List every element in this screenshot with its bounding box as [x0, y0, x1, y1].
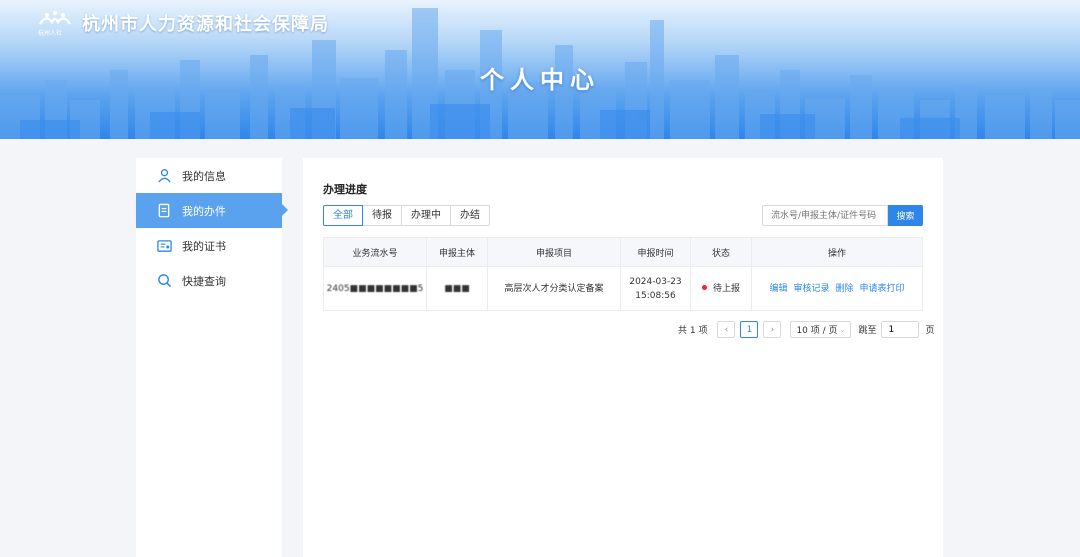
hangzhou-hrss-logo-icon: 杭州人社	[38, 10, 72, 37]
sidebar-item-quick-query[interactable]: 快捷查询	[136, 263, 282, 298]
sidebar-item-my-info[interactable]: 我的信息	[136, 158, 282, 193]
logo-caption: 杭州人社	[38, 30, 63, 37]
delete-link[interactable]: 删除	[836, 284, 854, 294]
tab-pending[interactable]: 待报	[363, 205, 402, 226]
sidebar-item-label: 我的信息	[182, 169, 226, 183]
search-button[interactable]: 搜索	[888, 205, 923, 226]
chevron-down-icon: ⌄	[839, 325, 846, 334]
pagination: 共 1 项 ‹ 1 › 10 项 / 页⌄ 跳至 页	[678, 321, 934, 338]
user-icon	[156, 168, 172, 184]
search-input[interactable]	[762, 205, 888, 226]
page-title: 个人中心	[480, 66, 600, 94]
sidebar-item-my-cases[interactable]: 我的办件	[136, 193, 288, 228]
sidebar-item-label: 我的证书	[182, 239, 226, 253]
sidebar-item-label: 我的办件	[182, 204, 226, 218]
status-dot-icon	[701, 284, 707, 290]
submit-date: 2024-03-23	[629, 276, 682, 287]
status-cell: 待上报	[690, 266, 752, 311]
serial-number: 2405■■■■■■■■5	[326, 283, 424, 294]
page-size-value: 10 项 / 页	[796, 326, 838, 336]
sidebar-item-my-certificates[interactable]: 我的证书	[136, 228, 282, 263]
applicant-cell: ■■■	[426, 266, 488, 311]
actions-cell: 编辑 审核记录 删除 申请表打印	[751, 266, 923, 311]
progress-table: 业务流水号 申报主体 申报项目 申报时间 状态 操作 2405■■■■■■■■5…	[323, 237, 923, 311]
applicant-name: ■■■	[444, 283, 470, 294]
sidebar-item-label: 快捷查询	[182, 274, 226, 288]
search-icon	[156, 273, 172, 289]
date-cell: 2024-03-23 15:08:56	[620, 266, 691, 311]
jump-page-input[interactable]	[881, 321, 920, 338]
tab-all[interactable]: 全部	[323, 205, 363, 226]
page-unit-label: 页	[925, 326, 935, 336]
chevron-left-icon: ‹	[724, 324, 729, 335]
status-tabs: 全部 待报 办理中 办结	[323, 205, 490, 226]
prev-page-button[interactable]: ‹	[717, 321, 736, 338]
submit-time: 15:08:56	[635, 290, 676, 301]
org-logo[interactable]: 杭州人社 杭州市人力资源和社会保障局	[38, 10, 329, 37]
column-header: 业务流水号	[323, 237, 427, 267]
project-cell: 高层次人才分类认定备案	[487, 266, 621, 311]
table-row: 2405■■■■■■■■5 ■■■ 高层次人才分类认定备案 2024-03-23…	[323, 266, 923, 311]
org-name: 杭州市人力资源和社会保障局	[82, 14, 329, 35]
document-icon	[156, 203, 172, 219]
column-header: 操作	[751, 237, 923, 267]
review-record-link[interactable]: 审核记录	[793, 284, 829, 294]
certificate-icon	[156, 238, 172, 254]
tab-in-progress[interactable]: 办理中	[402, 205, 451, 226]
column-header: 状态	[690, 237, 752, 267]
main-panel: 办理进度 全部 待报 办理中 办结 搜索 业务流水号 申报主体 申报项目 申报时…	[303, 158, 943, 557]
header-banner: 杭州人社 杭州市人力资源和社会保障局 个人中心	[0, 0, 1080, 139]
status-text: 待上报	[712, 283, 740, 294]
section-title: 办理进度	[323, 183, 367, 196]
column-header: 申报时间	[620, 237, 691, 267]
tab-completed[interactable]: 办结	[451, 205, 490, 226]
table-header-row: 业务流水号 申报主体 申报项目 申报时间 状态 操作	[323, 237, 923, 267]
edit-link[interactable]: 编辑	[769, 284, 787, 294]
column-header: 申报项目	[487, 237, 621, 267]
total-count: 共 1 项	[678, 326, 708, 336]
jump-label: 跳至	[858, 326, 877, 336]
column-header: 申报主体	[426, 237, 488, 267]
print-form-link[interactable]: 申请表打印	[860, 284, 905, 294]
serial-number-cell: 2405■■■■■■■■5	[323, 266, 427, 311]
next-page-button[interactable]: ›	[763, 321, 782, 338]
chevron-right-icon: ›	[770, 324, 775, 335]
sidebar: 我的信息 我的办件 我的证书 快捷查询	[136, 158, 288, 557]
page-number-button[interactable]: 1	[740, 321, 759, 338]
page-size-select[interactable]: 10 项 / 页 ⌄	[790, 321, 852, 338]
